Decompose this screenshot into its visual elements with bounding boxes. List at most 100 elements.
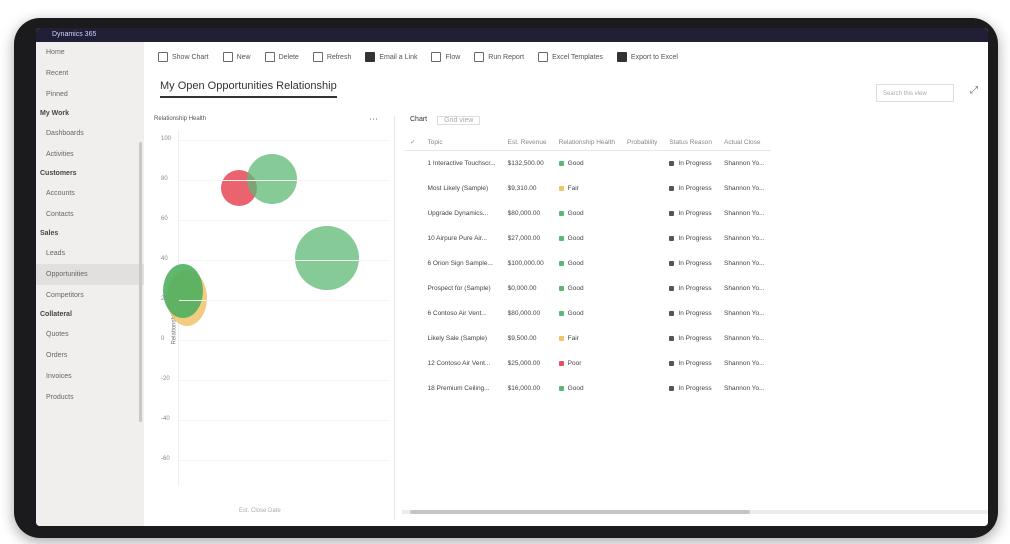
table-row[interactable]: Upgrade Dynamics... $80,000.00 Good In Prog…: [404, 201, 771, 226]
command-button[interactable]: Excel Templates: [538, 52, 603, 62]
row-select-cell[interactable]: [404, 251, 421, 276]
gridline: [179, 180, 389, 181]
sidebar-item[interactable]: Recent: [36, 63, 144, 84]
expand-icon[interactable]: ⤢: [970, 85, 978, 96]
command-button[interactable]: New: [222, 52, 251, 62]
table-row[interactable]: 12 Contoso Air Vent... $25,000.00 Poor In P…: [404, 351, 771, 376]
row-select-cell[interactable]: [404, 201, 421, 226]
table-row[interactable]: Prospect for (Sample) $0,000.00 Good In Pro…: [404, 276, 771, 301]
sidebar-item[interactable]: Home: [36, 42, 144, 63]
sidebar-item[interactable]: Orders: [36, 345, 144, 366]
sidebar-item[interactable]: Activities: [36, 144, 144, 165]
status-dot-icon: [669, 160, 675, 166]
revenue-cell-text: $132,500.00: [507, 160, 544, 167]
bubble-good-2[interactable]: [295, 226, 359, 290]
column-header[interactable]: Status Reason: [663, 134, 719, 151]
command-button[interactable]: Run Report: [474, 52, 524, 62]
command-label: Refresh: [326, 53, 352, 61]
topic-cell[interactable]: 18 Premium Ceiling...: [421, 376, 501, 401]
topic-cell[interactable]: Most Likely (Sample): [421, 176, 501, 201]
status-cell-text: In Progress: [678, 285, 712, 292]
topic-cell[interactable]: 10 Airpure Pure Air...: [421, 226, 501, 251]
table-row[interactable]: 6 Orion Sign Sample... $100,000.00 Good In …: [404, 251, 771, 276]
revenue-cell: $25,000.00: [502, 351, 553, 376]
table-row[interactable]: Likely Sale (Sample) $9,500.00 Fair In Prog…: [404, 326, 771, 351]
sidebar-item[interactable]: Quotes: [36, 324, 144, 345]
view-selector[interactable]: My Open Opportunities Relationship: [160, 80, 337, 98]
status-cell: In Progress: [663, 226, 718, 251]
owner-cell: Shannon Yo...: [718, 376, 771, 401]
chart-title[interactable]: Relationship Health: [154, 116, 206, 122]
column-header[interactable]: Relationship Health: [552, 134, 622, 151]
command-button[interactable]: Refresh: [312, 52, 352, 62]
row-select-cell[interactable]: [404, 326, 421, 351]
sidebar-scrollbar[interactable]: [139, 142, 142, 422]
sidebar-item[interactable]: Competitors: [36, 285, 144, 306]
topic-cell[interactable]: Upgrade Dynamics...: [421, 201, 501, 226]
table-row[interactable]: 6 Contoso Air Vent... $80,000.00 Good In Pr…: [404, 301, 771, 326]
sidebar-item[interactable]: Invoices: [36, 366, 144, 387]
status-dot-icon: [669, 210, 675, 216]
owner-cell: Shannon Yo...: [718, 326, 771, 351]
column-header[interactable]: Topic: [421, 134, 502, 151]
sidebar-group-label: Customers: [40, 170, 77, 177]
row-select-cell[interactable]: [404, 276, 421, 301]
topic-cell[interactable]: 6 Contoso Air Vent...: [421, 301, 501, 326]
sidebar-item[interactable]: Contacts: [36, 204, 144, 225]
status-cell-text: In Progress: [678, 310, 712, 317]
row-select-cell[interactable]: [404, 351, 421, 376]
command-label: Delete: [278, 53, 299, 61]
column-header[interactable]: Actual Close: [718, 134, 771, 151]
topic-cell[interactable]: 12 Contoso Air Vent...: [421, 351, 501, 376]
row-select-cell[interactable]: [404, 226, 421, 251]
status-dot-icon: [558, 335, 564, 341]
table-row[interactable]: 10 Airpure Pure Air... $27,000.00 Good In P…: [404, 226, 771, 251]
status-dot-icon: [669, 285, 675, 291]
sidebar-item[interactable]: Dashboards: [36, 123, 144, 144]
column-header[interactable]: Probability: [621, 134, 664, 151]
row-select-cell[interactable]: [404, 376, 421, 401]
status-cell: In Progress: [663, 276, 718, 301]
topic-cell[interactable]: 6 Orion Sign Sample...: [421, 251, 501, 276]
topic-cell[interactable]: Likely Sale (Sample): [421, 326, 501, 351]
health-cell: Fair: [553, 326, 621, 351]
column-header[interactable]: Est. Revenue: [501, 134, 553, 151]
topic-cell[interactable]: Prospect for (Sample): [421, 276, 501, 301]
sidebar-item[interactable]: Products: [36, 387, 144, 408]
table-row[interactable]: 1 Interactive Touchscr... $132,500.00 Good…: [404, 151, 771, 177]
probability-cell: [621, 376, 663, 401]
table-row[interactable]: Most Likely (Sample) $9,310.00 Fair In Prog…: [404, 176, 771, 201]
row-select-cell[interactable]: [404, 176, 421, 201]
sidebar-item[interactable]: Pinned: [36, 84, 144, 105]
gridline: [179, 340, 389, 341]
sidebar-item[interactable]: Leads: [36, 243, 144, 264]
row-select-cell[interactable]: [404, 301, 421, 326]
revenue-cell: $9,500.00: [502, 326, 553, 351]
topic-cell[interactable]: 1 Interactive Touchscr...: [421, 151, 501, 177]
bubble-good-1[interactable]: [247, 154, 297, 204]
health-cell: Good: [553, 376, 621, 401]
command-button[interactable]: Flow: [431, 52, 460, 62]
x-axis-label: Est. Close Date: [239, 508, 281, 514]
search-input[interactable]: Search this view: [876, 84, 954, 102]
scroll-thumb[interactable]: [410, 510, 750, 514]
chart-menu-icon[interactable]: ⋯: [369, 114, 378, 125]
probability-cell: [621, 151, 663, 177]
command-button[interactable]: Email a Link: [365, 52, 417, 62]
select-all-checkbox[interactable]: ✓: [404, 134, 422, 151]
command-button[interactable]: Delete: [264, 52, 299, 62]
table-row[interactable]: 18 Premium Ceiling... $16,000.00 Good In Pr…: [404, 376, 771, 401]
command-button[interactable]: Export to Excel: [616, 52, 678, 62]
sidebar-item[interactable]: Opportunities: [36, 264, 144, 285]
command-button[interactable]: Show Chart: [158, 52, 209, 62]
grid-tabs: Chart Grid view: [410, 116, 481, 125]
tab-chart[interactable]: Chart: [410, 116, 427, 125]
grid-horizontal-scrollbar[interactable]: [402, 510, 988, 514]
health-cell-text: Fair: [567, 335, 579, 342]
sidebar-item[interactable]: Accounts: [36, 183, 144, 204]
probability-cell: [621, 326, 663, 351]
row-select-cell[interactable]: [404, 151, 421, 177]
bubble-good-3[interactable]: [163, 264, 203, 318]
tab-grid-view[interactable]: Grid view: [437, 116, 481, 125]
topic-cell-text: 6 Contoso Air Vent...: [427, 310, 487, 317]
